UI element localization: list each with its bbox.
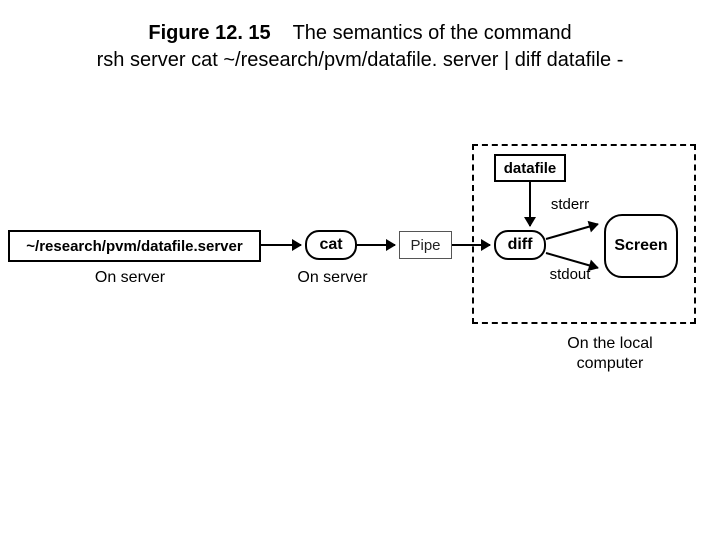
label-local-computer: On the local computer bbox=[540, 334, 680, 374]
node-source-file: ~/research/pvm/datafile.server bbox=[8, 230, 261, 262]
caption-line2: rsh server cat ~/research/pvm/datafile. … bbox=[97, 49, 624, 71]
label-on-server-2: On server bbox=[290, 269, 375, 287]
arrow-datafile-to-diff bbox=[529, 182, 531, 226]
figure-caption: Figure 12. 15 The semantics of the comma… bbox=[0, 0, 720, 74]
node-pipe: Pipe bbox=[399, 231, 452, 259]
node-cat: cat bbox=[305, 230, 357, 260]
arrow-path-to-cat bbox=[261, 244, 301, 246]
pipeline-diagram: ~/research/pvm/datafile.server On server… bbox=[0, 134, 720, 404]
node-screen: Screen bbox=[604, 214, 678, 278]
caption-line1: The semantics of the command bbox=[293, 22, 572, 44]
label-on-server-1: On server bbox=[40, 269, 220, 287]
label-stderr: stderr bbox=[540, 196, 600, 213]
node-diff: diff bbox=[494, 230, 546, 260]
figure-number: Figure 12. 15 bbox=[148, 22, 270, 44]
arrow-pipe-to-diff bbox=[452, 244, 490, 246]
node-datafile: datafile bbox=[494, 154, 566, 182]
arrow-cat-to-pipe bbox=[357, 244, 395, 246]
